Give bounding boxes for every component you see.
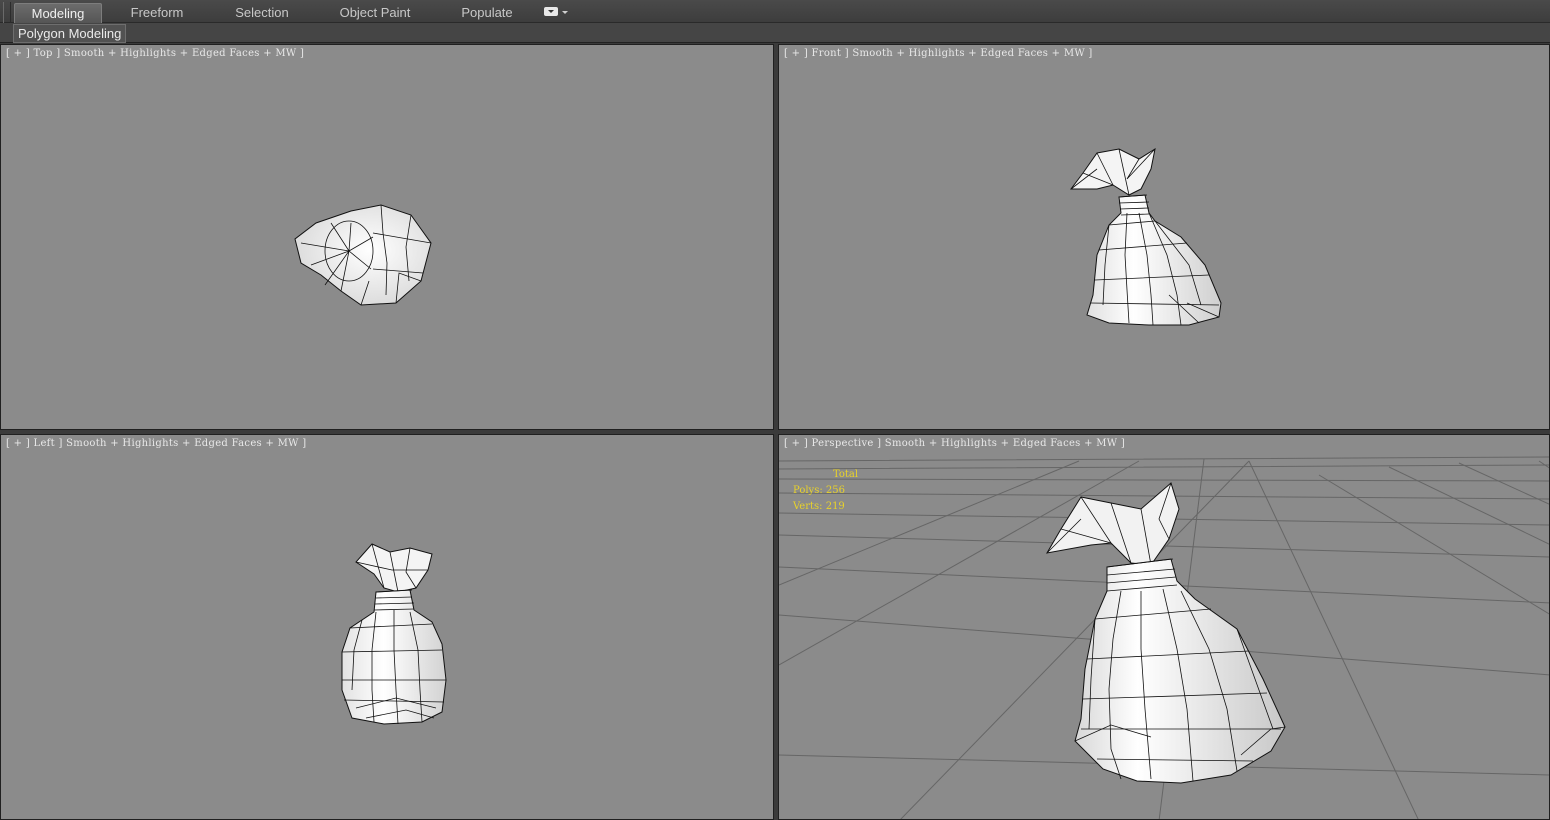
viewport-left[interactable]: [ + ] Left ] Smooth + Highlights + Edged…	[0, 434, 774, 820]
bag-model-left-view[interactable]	[336, 540, 451, 725]
viewport-front[interactable]: [ + ] Front ] Smooth + Highlights + Edge…	[778, 44, 1550, 430]
bag-model-front-view[interactable]	[1069, 145, 1229, 330]
ribbon-panel: Polygon Modeling	[0, 23, 1550, 43]
viewport-label-left[interactable]: [ + ] Left ] Smooth + Highlights + Edged…	[6, 438, 306, 449]
stats-verts: Verts: 219	[793, 501, 845, 512]
chevron-down-icon[interactable]	[562, 11, 568, 14]
tab-populate[interactable]: Populate	[450, 3, 524, 22]
stats-header: Total	[833, 469, 859, 480]
viewport-label-perspective[interactable]: [ + ] Perspective ] Smooth + Highlights …	[784, 438, 1125, 449]
viewport-label-top[interactable]: [ + ] Top ] Smooth + Highlights + Edged …	[6, 48, 304, 59]
tab-freeform[interactable]: Freeform	[118, 3, 196, 22]
polygon-modeling-button[interactable]: Polygon Modeling	[13, 24, 127, 43]
bag-model-top-view[interactable]	[291, 203, 436, 308]
ribbon-options-icon[interactable]	[544, 7, 558, 16]
viewport-top[interactable]: [ + ] Top ] Smooth + Highlights + Edged …	[0, 44, 774, 430]
bag-model-perspective-view[interactable]	[1041, 479, 1291, 789]
viewport-perspective[interactable]: [ + ] Perspective ] Smooth + Highlights …	[778, 434, 1550, 820]
tab-object-paint[interactable]: Object Paint	[330, 3, 420, 22]
tab-modeling[interactable]: Modeling	[14, 3, 102, 23]
viewport-label-front[interactable]: [ + ] Front ] Smooth + Highlights + Edge…	[784, 48, 1093, 59]
ribbon-tab-bar: Modeling Freeform Selection Object Paint…	[0, 0, 1550, 40]
stats-polys: Polys: 256	[793, 485, 845, 496]
tab-selection[interactable]: Selection	[222, 3, 302, 22]
